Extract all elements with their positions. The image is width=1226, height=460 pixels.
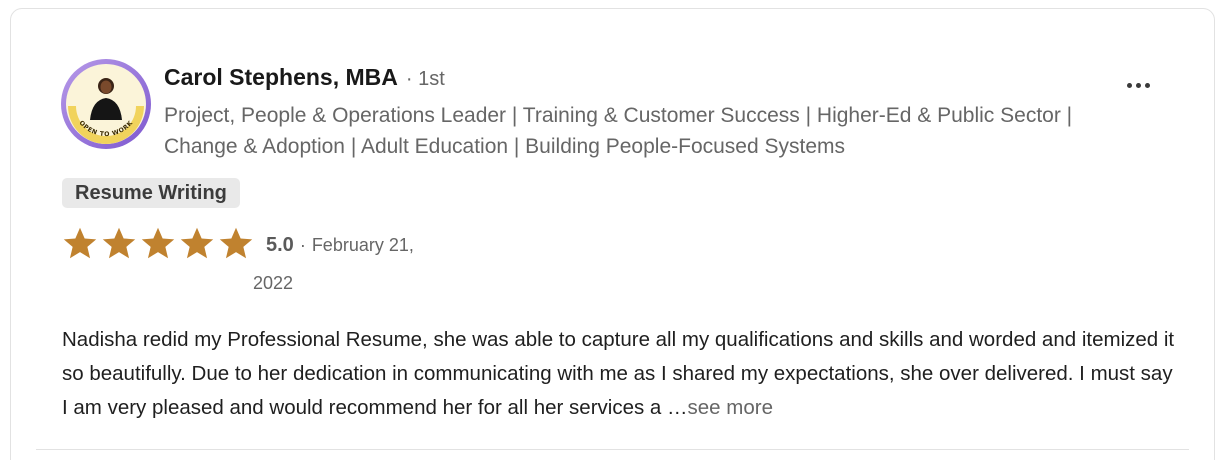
review-text-block: Nadisha redid my Professional Resume, sh… xyxy=(62,323,1182,425)
star-icon xyxy=(219,227,253,259)
separator-dot: · xyxy=(299,235,306,255)
divider xyxy=(36,449,1189,450)
star-icon xyxy=(180,227,214,259)
star-rating xyxy=(62,226,254,262)
see-more-link[interactable]: see more xyxy=(688,396,773,419)
review-date-year: 2022 xyxy=(253,273,294,293)
author-name[interactable]: Carol Stephens, MBA xyxy=(164,64,398,91)
star-icon xyxy=(141,227,175,259)
dot-icon xyxy=(1144,82,1150,88)
service-tag: Resume Writing xyxy=(62,178,240,208)
rating-score: 5.0 xyxy=(266,234,294,256)
avatar[interactable]: OPEN TO WORK xyxy=(60,58,152,150)
star-icon xyxy=(63,227,97,259)
dot-icon xyxy=(1126,82,1132,88)
connection-degree: · 1st xyxy=(405,68,445,90)
profile-photo-icon: OPEN TO WORK xyxy=(61,59,151,149)
dot-icon xyxy=(1135,82,1141,88)
author-row: Carol Stephens, MBA · 1st xyxy=(164,64,445,91)
star-icon xyxy=(102,227,136,259)
author-headline: Project, People & Operations Leader | Tr… xyxy=(164,104,1073,158)
review-date: February 21, xyxy=(311,235,414,255)
more-options-button[interactable] xyxy=(1118,70,1158,100)
rating-info: 5.0 · February 21, 2022 xyxy=(253,234,453,294)
review-text: Nadisha redid my Professional Resume, sh… xyxy=(62,328,1175,419)
